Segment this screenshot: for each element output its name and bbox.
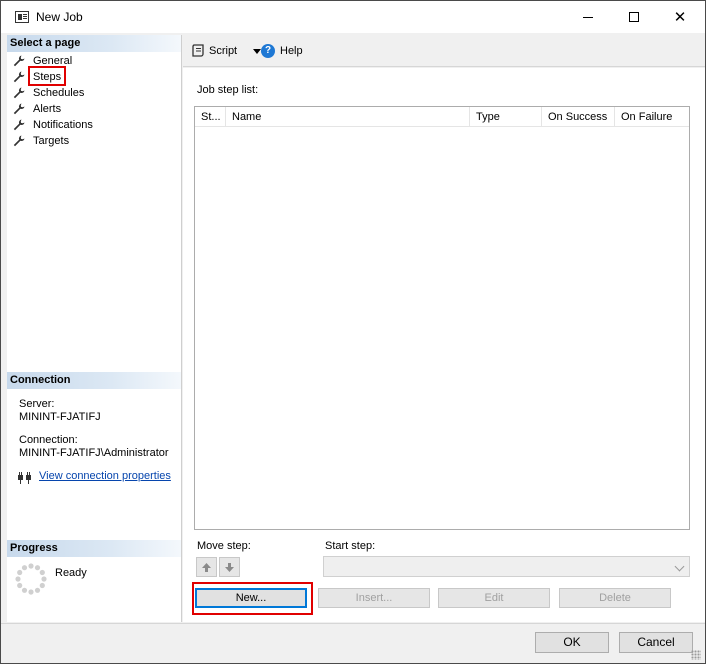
page-item-label: Targets (33, 135, 70, 147)
chevron-down-icon (674, 561, 685, 572)
page-item-label: Alerts (33, 103, 62, 115)
page-item-label: Notifications (33, 119, 93, 131)
title-bar: New Job ✕ (1, 1, 705, 33)
move-step-down-button[interactable] (219, 557, 240, 577)
close-icon: ✕ (673, 7, 687, 26)
delete-step-button[interactable]: Delete (559, 588, 671, 608)
new-job-dialog: New Job ✕ Select a page General Steps Sc… (0, 0, 706, 664)
minimize-button[interactable] (565, 1, 611, 33)
left-pane: Select a page General Steps Schedules Al… (7, 35, 182, 622)
help-icon: ? (261, 44, 275, 58)
progress-status: Ready (55, 567, 87, 579)
job-step-list-label: Job step list: (197, 84, 259, 96)
script-label: Script (209, 45, 238, 57)
move-step-up-button[interactable] (196, 557, 217, 577)
wrench-icon (13, 55, 25, 67)
connection-value: MININT-FJATIFJ\Administrator (19, 447, 169, 459)
window-title: New Job (36, 10, 83, 24)
new-button-focus-ring (196, 589, 306, 607)
page-item-label: Schedules (33, 87, 85, 99)
dialog-footer: OK Cancel (1, 623, 705, 663)
arrow-down-icon (225, 562, 234, 572)
move-step-label: Move step: (197, 540, 251, 552)
wrench-icon (13, 119, 25, 131)
script-icon (192, 44, 204, 57)
resize-grip-icon[interactable] (691, 650, 701, 660)
grid-header: St... Name Type On Success On Failure (195, 107, 689, 127)
script-dropdown-icon[interactable] (253, 49, 261, 54)
cancel-button[interactable]: Cancel (619, 632, 693, 653)
maximize-icon (629, 12, 639, 22)
select-page-header: Select a page (7, 35, 181, 52)
column-header-on-failure[interactable]: On Failure (615, 107, 689, 127)
column-header-step[interactable]: St... (195, 107, 226, 127)
edit-step-button[interactable]: Edit (438, 588, 550, 608)
toolbar: Script ? Help (183, 35, 705, 67)
app-window-icon (15, 11, 29, 23)
connection-plug-icon (18, 472, 31, 484)
column-header-on-success[interactable]: On Success (542, 107, 615, 127)
wrench-icon (13, 135, 25, 147)
new-step-button[interactable]: New... (195, 588, 307, 608)
server-value: MININT-FJATIFJ (19, 411, 101, 423)
arrow-up-icon (202, 562, 211, 572)
column-header-name[interactable]: Name (226, 107, 470, 127)
start-step-select[interactable] (323, 556, 690, 577)
view-connection-properties-link[interactable]: View connection properties (39, 470, 171, 482)
wrench-icon (13, 71, 25, 83)
maximize-button[interactable] (611, 1, 657, 33)
close-button[interactable]: ✕ (657, 1, 703, 33)
help-label: Help (280, 45, 303, 57)
start-step-label: Start step: (325, 540, 376, 552)
server-label: Server: (19, 398, 55, 410)
job-step-grid[interactable]: St... Name Type On Success On Failure (194, 106, 690, 530)
steps-highlight-box (28, 66, 66, 86)
wrench-icon (13, 103, 25, 115)
steps-page: Job step list: St... Name Type On Succes… (183, 68, 705, 622)
insert-step-button[interactable]: Insert... (318, 588, 430, 608)
progress-header: Progress (7, 540, 181, 557)
connection-header: Connection (7, 372, 181, 389)
progress-spinner-icon (15, 563, 47, 595)
wrench-icon (13, 87, 25, 99)
ok-button[interactable]: OK (535, 632, 609, 653)
column-header-type[interactable]: Type (470, 107, 542, 127)
minimize-icon (583, 16, 593, 18)
connection-label: Connection: (19, 434, 78, 446)
